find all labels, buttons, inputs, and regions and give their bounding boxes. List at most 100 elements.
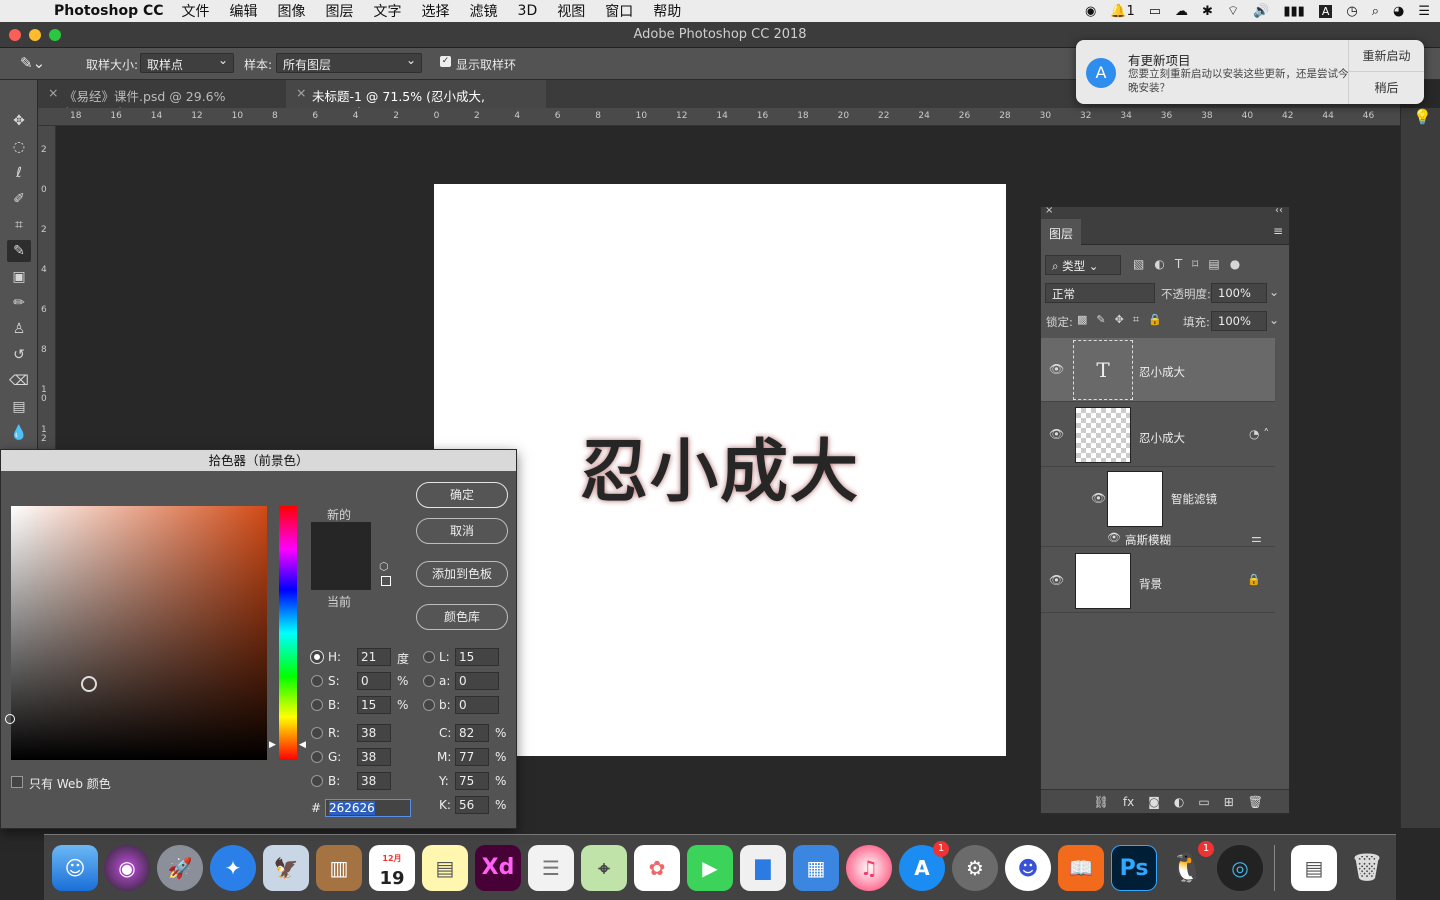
sample-size-select[interactable]: 取样点 xyxy=(140,53,234,73)
cyan-input[interactable]: 82 xyxy=(455,724,489,742)
notification-center-icon[interactable]: ☰ xyxy=(1418,4,1430,19)
a-channel-radio[interactable] xyxy=(423,675,435,687)
finder-icon[interactable]: ☺ xyxy=(52,845,98,891)
blue-input[interactable]: 38 xyxy=(357,772,391,790)
b-channel-radio[interactable] xyxy=(423,699,435,711)
layer-row-text[interactable]: 👁 T 忍小成大 xyxy=(1041,338,1275,402)
qq-icon[interactable]: 🐧 1 xyxy=(1164,841,1214,891)
menu-view[interactable]: 视图 xyxy=(557,1,585,21)
hue-slider-right-arrow-icon[interactable]: ◀ xyxy=(299,740,306,750)
books-icon[interactable]: 📖 xyxy=(1058,845,1104,891)
color-picker-cursor[interactable] xyxy=(81,676,97,692)
filter-type-icon[interactable]: T xyxy=(1175,257,1182,271)
tab-layers[interactable]: 图层 xyxy=(1041,219,1082,245)
photos-icon[interactable]: ✿ xyxy=(634,845,680,891)
new-group-icon[interactable]: ▭ xyxy=(1198,795,1209,809)
opacity-input[interactable]: 100% xyxy=(1211,283,1267,303)
bluetooth-icon[interactable]: ✱ xyxy=(1202,4,1213,19)
filter-smartobject-icon[interactable]: ▤ xyxy=(1208,257,1219,271)
itunes-icon[interactable]: ♫ xyxy=(846,845,892,891)
volume-icon[interactable]: 🔊 xyxy=(1253,4,1269,19)
facetime-icon[interactable]: ▶ xyxy=(687,845,733,891)
spotlight-icon[interactable]: ⌕ xyxy=(1372,4,1379,19)
add-mask-icon[interactable]: ◙ xyxy=(1148,795,1160,809)
magenta-input[interactable]: 77 xyxy=(455,748,489,766)
visibility-eye-icon[interactable]: 👁 xyxy=(1049,573,1064,587)
b-channel-input[interactable]: 0 xyxy=(455,696,499,714)
black-input[interactable]: 56 xyxy=(455,796,489,814)
collapse-panel-icon[interactable]: ‹‹ xyxy=(1275,205,1283,216)
filter-adjustment-icon[interactable]: ◐ xyxy=(1154,257,1164,271)
tab-untitled-1[interactable]: × 未标题-1 @ 71.5% (忍小成大, RGB/8*) * xyxy=(286,80,546,120)
saturation-radio[interactable] xyxy=(311,675,323,687)
system-preferences-icon[interactable]: ⚙ xyxy=(952,845,998,891)
menu-edit[interactable]: 编辑 xyxy=(230,1,258,21)
layer-row-smart-filters[interactable]: 👁 智能滤镜 👁 高斯模糊 ⚌ xyxy=(1041,469,1275,547)
fill-dropdown-icon[interactable]: ⌄ xyxy=(1269,313,1279,327)
fx-icon[interactable]: fx xyxy=(1123,795,1134,809)
lock-all-icon[interactable]: 🔒 xyxy=(1148,313,1162,327)
layer-row-smart-object[interactable]: 👁 忍小成大 ◔ ˄ xyxy=(1041,403,1275,467)
brightness-input[interactable]: 15 xyxy=(357,696,391,714)
eyedropper-tool-icon[interactable]: ✎ xyxy=(7,240,31,262)
saturation-input[interactable]: 0 xyxy=(357,672,391,690)
adjustment-layer-icon[interactable]: ◐ xyxy=(1174,795,1184,809)
clock-icon[interactable]: ◷ xyxy=(1346,4,1357,19)
menu-type[interactable]: 文字 xyxy=(374,1,402,21)
smart-filter-indicator-icon[interactable]: ◔ ˄ xyxy=(1249,427,1269,441)
filter-toggle-icon[interactable]: ● xyxy=(1230,257,1240,271)
menu-filter[interactable]: 滤镜 xyxy=(470,1,498,21)
frame-tool-icon[interactable]: ▣ xyxy=(7,266,31,288)
cloud-icon[interactable]: ☁ xyxy=(1175,4,1188,19)
new-layer-icon[interactable]: ⊞ xyxy=(1224,795,1234,809)
menu-help[interactable]: 帮助 xyxy=(653,1,681,21)
crop-tool-icon[interactable]: ⌗ xyxy=(7,214,31,236)
close-tab-icon[interactable]: × xyxy=(48,85,58,100)
quick-select-tool-icon[interactable]: ✐ xyxy=(7,188,31,210)
visibility-eye-icon[interactable]: 👁 xyxy=(1091,491,1106,505)
layer-row-background[interactable]: 👁 背景 🔒 xyxy=(1041,551,1275,613)
app-menu[interactable]: Photoshop CC xyxy=(54,3,164,19)
saturation-brightness-field[interactable] xyxy=(11,506,267,760)
delete-layer-icon[interactable]: 🗑 xyxy=(1248,795,1263,809)
menu-image[interactable]: 图像 xyxy=(278,1,306,21)
lightbulb-icon[interactable]: 💡 xyxy=(1413,108,1432,126)
a-channel-input[interactable]: 0 xyxy=(455,672,499,690)
visibility-eye-icon[interactable]: 👁 xyxy=(1049,427,1064,441)
hue-radio[interactable] xyxy=(311,651,323,663)
3d-cube-icon[interactable]: ⬡ xyxy=(379,560,389,573)
battery-icon[interactable]: ▮▮▮ xyxy=(1283,4,1304,19)
close-tab-icon[interactable]: × xyxy=(296,85,306,100)
hue-slider-left-arrow-icon[interactable]: ▶ xyxy=(269,740,276,750)
filter-shape-icon[interactable]: ⌑ xyxy=(1192,257,1198,271)
filter-name[interactable]: 高斯模糊 xyxy=(1125,532,1171,548)
contacts-icon[interactable]: ▥ xyxy=(316,845,362,891)
later-button[interactable]: 稍后 xyxy=(1349,72,1424,104)
marquee-tool-icon[interactable]: ◌ xyxy=(7,136,31,158)
hue-slider[interactable] xyxy=(279,506,297,760)
menu-layer[interactable]: 图层 xyxy=(326,1,354,21)
gradient-tool-icon[interactable]: ▤ xyxy=(7,396,31,418)
input-method-icon[interactable]: A xyxy=(1318,4,1333,18)
trash-icon[interactable]: 🗑 xyxy=(1344,845,1390,891)
visibility-eye-icon[interactable]: 👁 xyxy=(1107,531,1121,544)
opacity-dropdown-icon[interactable]: ⌄ xyxy=(1269,285,1279,299)
green-input[interactable]: 38 xyxy=(357,748,391,766)
lock-pixels-icon[interactable]: ✎ xyxy=(1096,313,1105,327)
blue-radio[interactable] xyxy=(311,775,323,787)
panel-menu-icon[interactable]: ≡ xyxy=(1273,224,1283,238)
siri-icon[interactable]: ◉ xyxy=(104,845,150,891)
brush-tool-icon[interactable]: ✏ xyxy=(7,292,31,314)
menu-file[interactable]: 文件 xyxy=(182,1,210,21)
app-store-dock-icon[interactable]: A1 xyxy=(899,841,949,891)
red-input[interactable]: 38 xyxy=(357,724,391,742)
eraser-tool-icon[interactable]: ⌫ xyxy=(7,370,31,392)
ok-button[interactable]: 确定 xyxy=(416,482,508,508)
menu-window[interactable]: 窗口 xyxy=(605,1,633,21)
color-libraries-button[interactable]: 颜色库 xyxy=(416,604,508,630)
blend-mode-select[interactable]: 正常 xyxy=(1045,283,1155,303)
filter-blending-options-icon[interactable]: ⚌ xyxy=(1251,531,1262,545)
calendar-icon[interactable]: 12月 19 xyxy=(369,845,415,891)
tab-yijing-psd[interactable]: × 《易经》课件.psd @ 29.6%(RGB/8#) * xyxy=(38,80,286,120)
photoshop-dock-icon[interactable]: Ps xyxy=(1111,845,1157,891)
